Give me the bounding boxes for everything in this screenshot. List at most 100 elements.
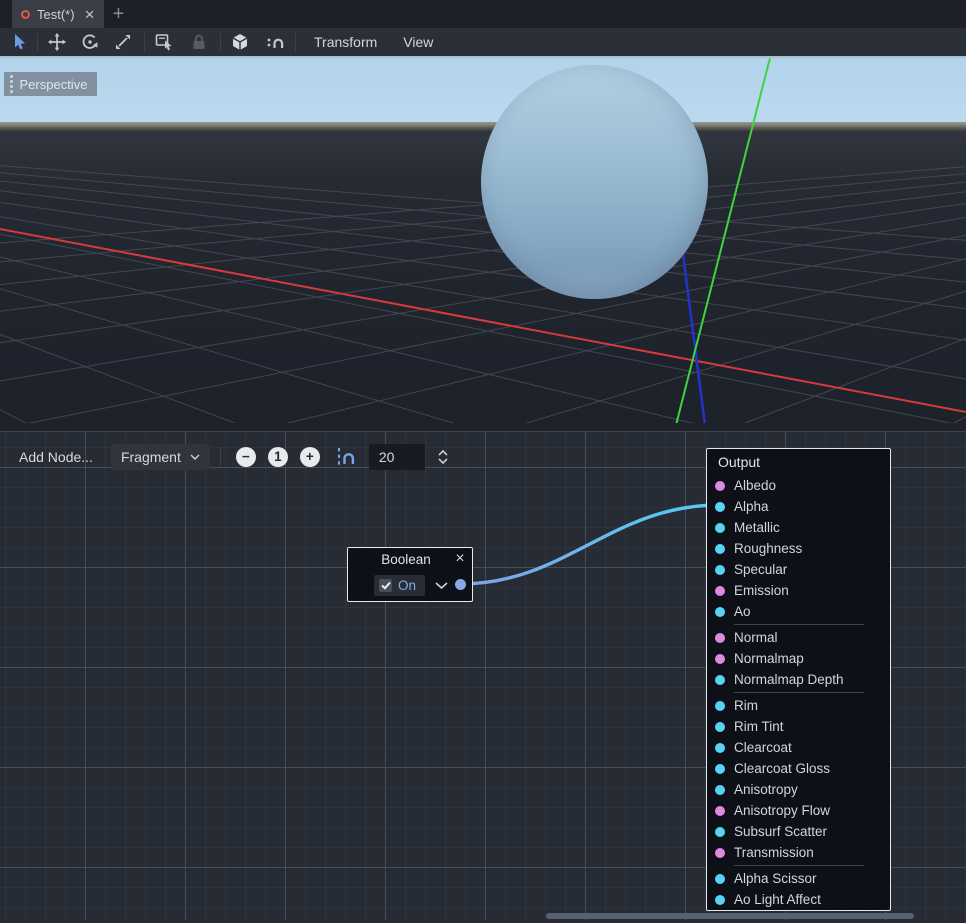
- port-clearcoat[interactable]: [715, 743, 725, 753]
- output-port-row: Rim: [707, 695, 890, 716]
- boolean-node-title: Boolean: [348, 552, 450, 567]
- port-label: Normal: [734, 630, 778, 645]
- axis-gizmo: [0, 58, 966, 423]
- snap-toggle-3d-button[interactable]: [261, 30, 288, 54]
- output-node-title: Output: [707, 449, 890, 475]
- port-specular[interactable]: [715, 565, 725, 575]
- horizontal-scrollbar-thumb[interactable]: [546, 913, 914, 919]
- boolean-output-port[interactable]: [455, 579, 466, 590]
- port-anisotropy[interactable]: [715, 785, 725, 795]
- shader-mode-dropdown[interactable]: Fragment: [111, 444, 210, 470]
- cursor-arrow-icon: [10, 33, 28, 51]
- list-select-icon: [154, 32, 174, 52]
- zoom-reset-button[interactable]: 1: [268, 447, 288, 467]
- zoom-in-button[interactable]: +: [300, 447, 320, 467]
- view-menu[interactable]: View: [390, 34, 446, 50]
- mesh-gizmo-button[interactable]: [226, 30, 253, 54]
- shader-mode-label: Fragment: [121, 449, 181, 465]
- output-port-row: Anisotropy: [707, 779, 890, 800]
- output-port-row: Rim Tint: [707, 716, 890, 737]
- close-node-icon[interactable]: ×: [450, 551, 470, 567]
- rotate-tool-button[interactable]: [76, 30, 103, 54]
- port-clearcoat-gloss[interactable]: [715, 764, 725, 774]
- output-port-row: Ao Light Affect: [707, 889, 890, 910]
- shader-toolbar: Add Node... Fragment − 1 + 20: [0, 442, 449, 472]
- perspective-label: Perspective: [20, 77, 88, 92]
- output-node[interactable]: Output Albedo Alpha Metallic Roughness Specu…: [706, 448, 891, 911]
- port-label: Transmission: [734, 845, 814, 860]
- port-rim-tint[interactable]: [715, 722, 725, 732]
- new-tab-button[interactable]: +: [104, 0, 134, 28]
- check-icon: [381, 581, 391, 590]
- close-tab-icon[interactable]: ×: [85, 6, 95, 23]
- checkbox-box[interactable]: [379, 579, 392, 592]
- port-label: Clearcoat: [734, 740, 792, 755]
- output-port-row: Roughness: [707, 538, 890, 559]
- output-port-row: Subsurf Scatter: [707, 821, 890, 842]
- port-label: Alpha: [734, 499, 769, 514]
- port-label: Albedo: [734, 478, 776, 493]
- snap-spinner[interactable]: [437, 448, 449, 466]
- port-label: Subsurf Scatter: [734, 824, 827, 839]
- output-port-row: Specular: [707, 559, 890, 580]
- drag-handle-dots-icon: [10, 75, 13, 93]
- port-normalmap-depth[interactable]: [715, 675, 725, 685]
- output-port-row: Normalmap: [707, 648, 890, 669]
- port-label: Emission: [734, 583, 789, 598]
- port-ao-light-affect[interactable]: [715, 895, 725, 905]
- port-label: Anisotropy Flow: [734, 803, 830, 818]
- port-ao[interactable]: [715, 607, 725, 617]
- transform-menu[interactable]: Transform: [301, 34, 390, 50]
- port-normalmap[interactable]: [715, 654, 725, 664]
- port-alpha[interactable]: [715, 502, 725, 512]
- select-tool-button[interactable]: [5, 30, 32, 54]
- port-roughness[interactable]: [715, 544, 725, 554]
- chevron-down-icon[interactable]: [435, 582, 448, 589]
- move-tool-button[interactable]: [43, 30, 70, 54]
- scene-tab[interactable]: Test(*) ×: [12, 0, 104, 28]
- boolean-node-titlebar[interactable]: Boolean ×: [348, 548, 472, 570]
- list-select-tool-button[interactable]: [150, 30, 177, 54]
- output-port-row: Emission: [707, 580, 890, 601]
- toolbar-separator: [144, 33, 145, 51]
- lock-icon: [189, 32, 209, 52]
- shader-graph-canvas[interactable]: Add Node... Fragment − 1 + 20: [0, 431, 966, 920]
- perspective-button[interactable]: Perspective: [4, 72, 97, 96]
- port-rim[interactable]: [715, 701, 725, 711]
- port-label: Roughness: [734, 541, 802, 556]
- sphere-mesh[interactable]: [481, 65, 708, 299]
- port-label: Rim: [734, 698, 758, 713]
- viewport-3d[interactable]: Perspective: [0, 56, 966, 423]
- viewport-toolbar: Transform View: [0, 28, 966, 56]
- port-metallic[interactable]: [715, 523, 725, 533]
- scale-tool-button[interactable]: [109, 30, 136, 54]
- port-albedo[interactable]: [715, 481, 725, 491]
- toolbar-separator: [37, 33, 38, 51]
- snap-distance-field[interactable]: 20: [369, 444, 425, 470]
- zoom-out-button[interactable]: −: [236, 447, 256, 467]
- output-port-list: Albedo Alpha Metallic Roughness Specular Emis…: [707, 475, 890, 910]
- port-label: Alpha Scissor: [734, 871, 817, 886]
- port-normal[interactable]: [715, 633, 725, 643]
- panel-splitter[interactable]: [0, 423, 966, 431]
- godot-editor-window: Test(*) × +: [0, 0, 966, 923]
- port-subsurf-scatter[interactable]: [715, 827, 725, 837]
- port-emission[interactable]: [715, 586, 725, 596]
- port-transmission[interactable]: [715, 848, 725, 858]
- port-alpha-scissor[interactable]: [715, 874, 725, 884]
- port-anisotropy-flow[interactable]: [715, 806, 725, 816]
- snap-toggle-button[interactable]: [334, 446, 356, 468]
- add-node-button[interactable]: Add Node...: [15, 445, 97, 469]
- magnet-snap-icon: [265, 32, 285, 52]
- boolean-checkbox[interactable]: On: [374, 575, 425, 596]
- boolean-node[interactable]: Boolean × On: [347, 547, 473, 602]
- output-port-row: Normalmap Depth: [707, 669, 890, 690]
- x-axis-line: [0, 229, 966, 412]
- scene-tab-bar: Test(*) × +: [0, 0, 966, 28]
- port-label: Metallic: [734, 520, 780, 535]
- lock-button[interactable]: [185, 30, 212, 54]
- output-port-row: Transmission: [707, 842, 890, 863]
- scene-icon: [21, 10, 30, 19]
- toolbar-separator: [220, 447, 221, 467]
- output-port-row: Clearcoat Gloss: [707, 758, 890, 779]
